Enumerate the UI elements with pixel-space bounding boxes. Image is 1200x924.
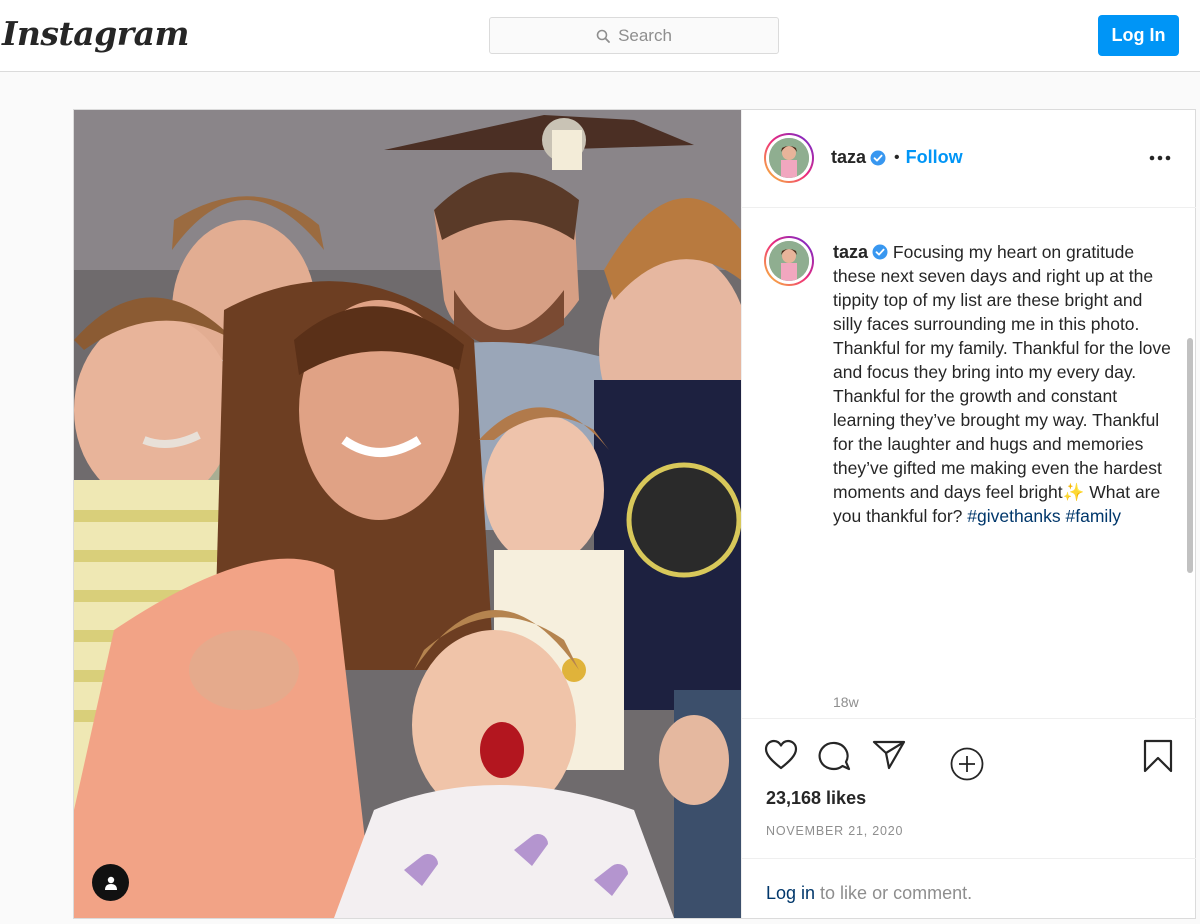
search-placeholder: Search bbox=[618, 25, 672, 45]
post-actions: 23,168 likes NOVEMBER 21, 2020 bbox=[742, 718, 1196, 858]
verified-badge-icon bbox=[870, 150, 886, 165]
login-to-comment: Log in to like or comment. bbox=[742, 858, 1196, 918]
search-icon bbox=[596, 29, 610, 43]
share-icon[interactable] bbox=[872, 739, 906, 771]
avatar-image bbox=[769, 138, 809, 178]
post-header: taza • Follow bbox=[742, 110, 1196, 208]
hashtag-family[interactable]: #family bbox=[1066, 506, 1121, 526]
author-username[interactable]: taza bbox=[831, 147, 866, 168]
tagged-users-button[interactable] bbox=[92, 864, 129, 901]
post-caption: taza Focusing my heart on gratitude thes… bbox=[833, 240, 1173, 528]
instagram-logo[interactable]: Instagram bbox=[2, 14, 189, 53]
follow-button[interactable]: Follow bbox=[906, 147, 963, 168]
hashtag-givethanks[interactable]: #givethanks bbox=[967, 506, 1060, 526]
bookmark-icon[interactable] bbox=[1142, 739, 1174, 773]
post-photo[interactable] bbox=[74, 110, 741, 918]
top-navigation-bar: Instagram Search Log In bbox=[0, 0, 1200, 72]
sparkles-emoji: ✨ bbox=[1062, 482, 1085, 502]
user-tag-icon bbox=[104, 876, 117, 890]
login-button[interactable]: Log In bbox=[1098, 15, 1179, 56]
author-avatar[interactable] bbox=[764, 133, 814, 183]
verified-badge-icon bbox=[872, 244, 888, 260]
comments-area[interactable]: taza Focusing my heart on gratitude thes… bbox=[742, 208, 1196, 781]
search-input[interactable]: Search bbox=[489, 17, 779, 54]
login-link[interactable]: Log in bbox=[766, 883, 815, 903]
avatar-image bbox=[769, 241, 809, 281]
post-side-panel: taza • Follow taza Focusing my heart on … bbox=[741, 110, 1196, 918]
more-options-icon[interactable] bbox=[1148, 154, 1172, 162]
comment-icon[interactable] bbox=[818, 739, 852, 771]
caption-body: Focusing my heart on gratitude these nex… bbox=[833, 242, 1171, 502]
separator-dot: • bbox=[894, 148, 900, 166]
post-date: NOVEMBER 21, 2020 bbox=[766, 824, 904, 838]
caption-username[interactable]: taza bbox=[833, 242, 868, 262]
comments-scrollbar[interactable] bbox=[1187, 338, 1193, 573]
caption-author-avatar[interactable] bbox=[764, 236, 814, 286]
post-card: taza • Follow taza Focusing my heart on … bbox=[73, 109, 1196, 919]
family-selfie-image bbox=[74, 110, 741, 918]
caption-time-ago: 18w bbox=[833, 694, 859, 710]
login-prompt-text: to like or comment. bbox=[815, 883, 973, 903]
likes-count[interactable]: 23,168 likes bbox=[766, 788, 866, 809]
heart-icon[interactable] bbox=[764, 739, 798, 771]
